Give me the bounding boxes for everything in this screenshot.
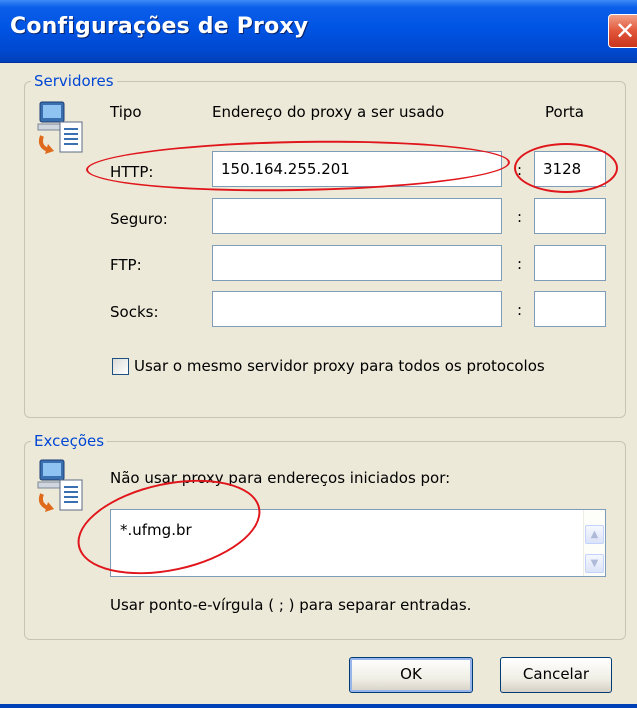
- exceptions-textarea[interactable]: *.ufmg.br ▲ ▼: [110, 509, 606, 577]
- ftp-port-input[interactable]: [534, 245, 606, 281]
- exceptions-description: Não usar proxy para endereços iniciados …: [110, 469, 451, 487]
- ok-button[interactable]: OK: [349, 657, 473, 693]
- port-column-header: Porta: [545, 103, 584, 121]
- http-label: HTTP:: [110, 163, 154, 181]
- exceptions-scrollbar[interactable]: ▲ ▼: [583, 510, 605, 576]
- socks-port-input[interactable]: [534, 291, 606, 327]
- type-column-header: Tipo: [110, 103, 142, 121]
- close-button[interactable]: ✕: [608, 14, 637, 48]
- close-icon: ✕: [614, 17, 636, 45]
- ftp-address-input[interactable]: [212, 245, 502, 281]
- secure-port-input[interactable]: [534, 198, 606, 234]
- address-column-header: Endereço do proxy a ser usado: [212, 103, 445, 121]
- network-computer-icon: [37, 101, 83, 154]
- exceptions-legend: Exceções: [34, 432, 105, 450]
- cancel-button[interactable]: Cancelar: [500, 657, 612, 693]
- secure-label: Seguro:: [110, 210, 168, 228]
- window-title: Configurações de Proxy: [10, 14, 309, 39]
- title-bar: Configurações de Proxy ✕: [0, 0, 637, 63]
- scroll-down-icon[interactable]: ▼: [585, 554, 604, 573]
- same-proxy-label[interactable]: Usar o mesmo servidor proxy para todos o…: [134, 357, 545, 375]
- socks-colon: :: [517, 301, 523, 319]
- http-port-input[interactable]: [534, 151, 606, 187]
- exceptions-hint: Usar ponto-e-vírgula ( ; ) para separar …: [110, 596, 472, 614]
- secure-address-input[interactable]: [212, 198, 502, 234]
- servers-legend: Servidores: [34, 72, 114, 90]
- same-proxy-checkbox[interactable]: [112, 358, 129, 375]
- socks-label: Socks:: [110, 303, 159, 321]
- http-address-input[interactable]: [212, 151, 502, 187]
- ftp-colon: :: [517, 255, 523, 273]
- scroll-up-icon[interactable]: ▲: [585, 525, 604, 544]
- exceptions-value: *.ufmg.br: [120, 521, 192, 539]
- ftp-label: FTP:: [110, 256, 142, 274]
- network-computer-icon: [37, 459, 83, 512]
- secure-colon: :: [517, 208, 523, 226]
- http-colon: :: [517, 161, 523, 179]
- window-bottom-border: [0, 704, 637, 708]
- socks-address-input[interactable]: [212, 291, 502, 327]
